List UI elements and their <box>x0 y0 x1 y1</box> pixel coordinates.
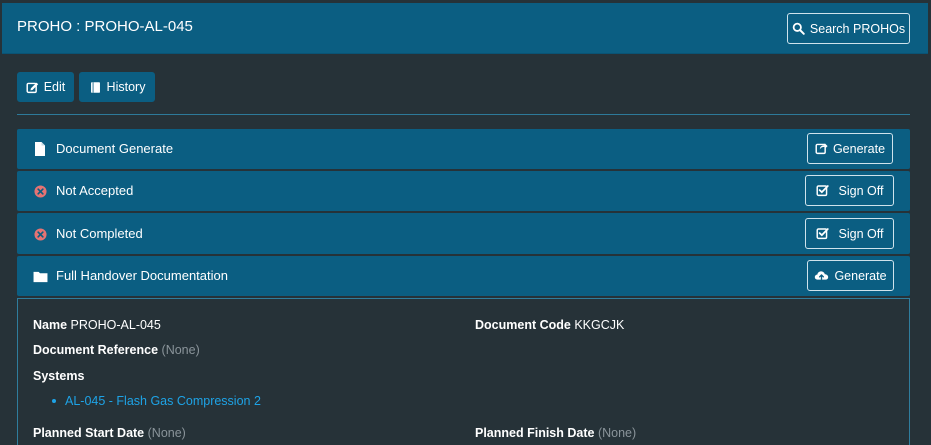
not-completed-label: Not Completed <box>56 226 143 241</box>
x-circle-icon <box>32 226 48 242</box>
planned-finish-label: Planned Finish Date <box>475 426 595 440</box>
document-generate-row: Document Generate Generate <box>17 129 910 169</box>
planned-finish-field: Planned Finish Date (None) <box>475 426 636 440</box>
planned-start-field: Planned Start Date (None) <box>33 426 186 440</box>
not-accepted-sign-off-label: Sign Off <box>838 183 884 198</box>
name-value: PROHO-AL-045 <box>70 318 161 332</box>
planned-start-label: Planned Start Date <box>33 426 145 440</box>
system-link[interactable]: AL-045 - Flash Gas Compression 2 <box>65 394 261 408</box>
planned-finish-value: (None) <box>597 426 637 440</box>
page-title: PROHO : PROHO-AL-045 <box>17 18 193 35</box>
not-completed-row: Not Completed Sign Off <box>17 213 910 254</box>
edit-button[interactable]: Edit <box>17 72 74 102</box>
not-accepted-label: Not Accepted <box>56 183 134 198</box>
search-prohos-label: Search PROHOs <box>809 21 906 36</box>
full-handover-generate-button[interactable]: Generate <box>807 260 894 291</box>
document-generate-button[interactable]: Generate <box>807 133 893 164</box>
edit-icon <box>26 82 38 93</box>
not-accepted-sign-off-button[interactable]: Sign Off <box>805 175 894 206</box>
edit-label: Edit <box>43 80 66 94</box>
name-label: Name <box>33 318 68 332</box>
full-handover-label: Full Handover Documentation <box>56 268 228 283</box>
full-handover-generate-label: Generate <box>834 268 887 283</box>
document-code-value: KKGCJK <box>574 318 625 332</box>
document-code-label: Document Code <box>475 318 571 332</box>
history-button[interactable]: History <box>79 72 155 102</box>
not-completed-sign-off-button[interactable]: Sign Off <box>805 218 894 249</box>
folder-icon <box>32 268 48 284</box>
history-label: History <box>106 80 146 94</box>
search-icon <box>792 22 805 35</box>
full-handover-row: Full Handover Documentation Generate <box>17 256 910 296</box>
header-bar: PROHO : PROHO-AL-045 Search PROHOs <box>2 3 928 54</box>
x-circle-icon <box>32 183 48 199</box>
check-square-icon <box>816 228 829 240</box>
document-generate-button-label: Generate <box>832 141 886 156</box>
document-code-field: Document Code KKGCJK <box>475 318 624 332</box>
systems-label: Systems <box>33 369 85 383</box>
planned-start-value: (None) <box>147 426 186 440</box>
search-prohos-button[interactable]: Search PROHOs <box>787 13 910 44</box>
systems-field: Systems <box>33 369 84 383</box>
not-completed-sign-off-label: Sign Off <box>838 226 884 241</box>
list-bullet <box>52 399 56 403</box>
systems-list-item: AL-045 - Flash Gas Compression 2 <box>65 394 261 408</box>
share-icon <box>815 143 828 155</box>
document-reference-field: Document Reference (None) <box>33 343 200 357</box>
document-generate-label: Document Generate <box>56 141 174 156</box>
book-icon <box>90 81 100 93</box>
not-accepted-row: Not Accepted Sign Off <box>17 171 910 211</box>
divider <box>17 114 910 115</box>
name-field: Name PROHO-AL-045 <box>33 318 161 332</box>
check-square-icon <box>816 185 829 197</box>
document-reference-value: (None) <box>161 343 200 357</box>
cloud-upload-icon <box>815 271 829 280</box>
file-icon <box>32 141 48 157</box>
document-reference-label: Document Reference <box>33 343 159 357</box>
